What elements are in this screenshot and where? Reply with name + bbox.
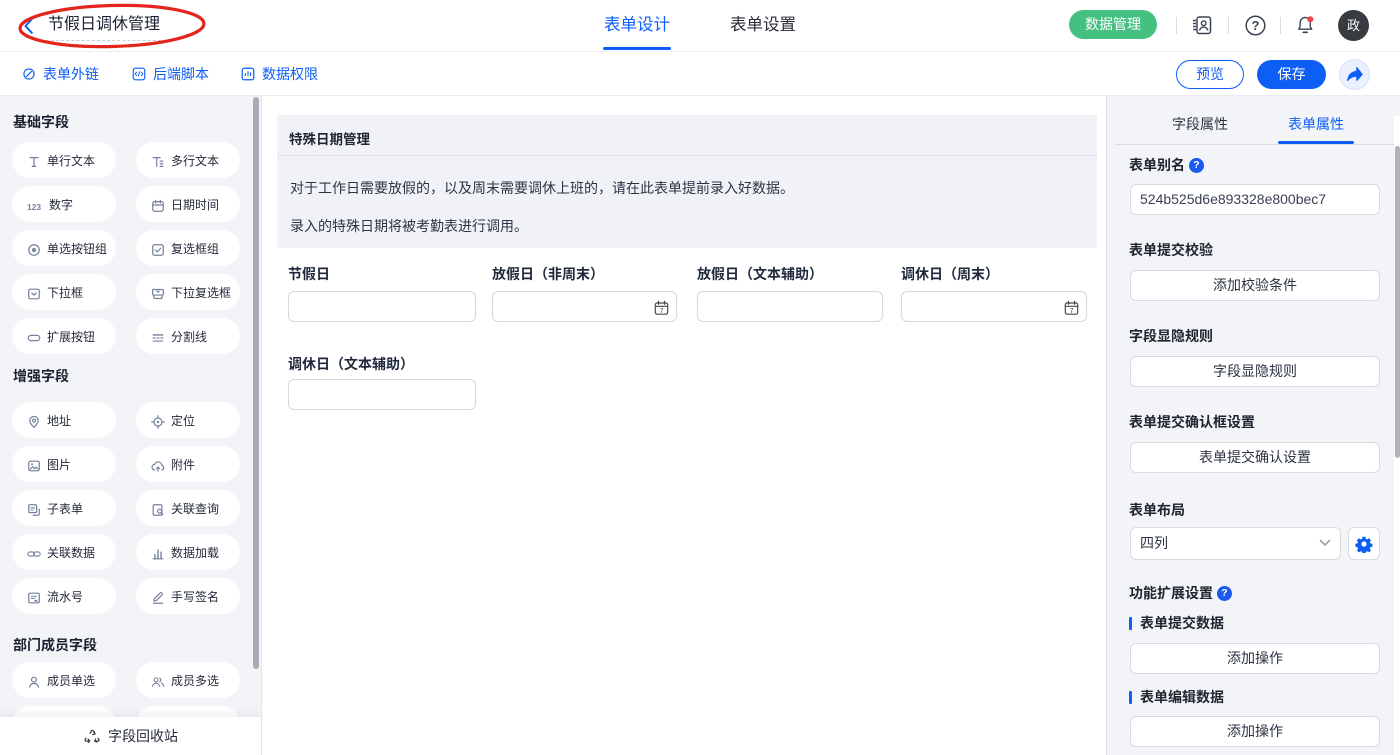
svg-text:7: 7 xyxy=(660,308,664,315)
svg-text:7: 7 xyxy=(1070,308,1074,315)
svg-text:?: ? xyxy=(1252,18,1260,33)
svg-text:123: 123 xyxy=(27,202,41,212)
